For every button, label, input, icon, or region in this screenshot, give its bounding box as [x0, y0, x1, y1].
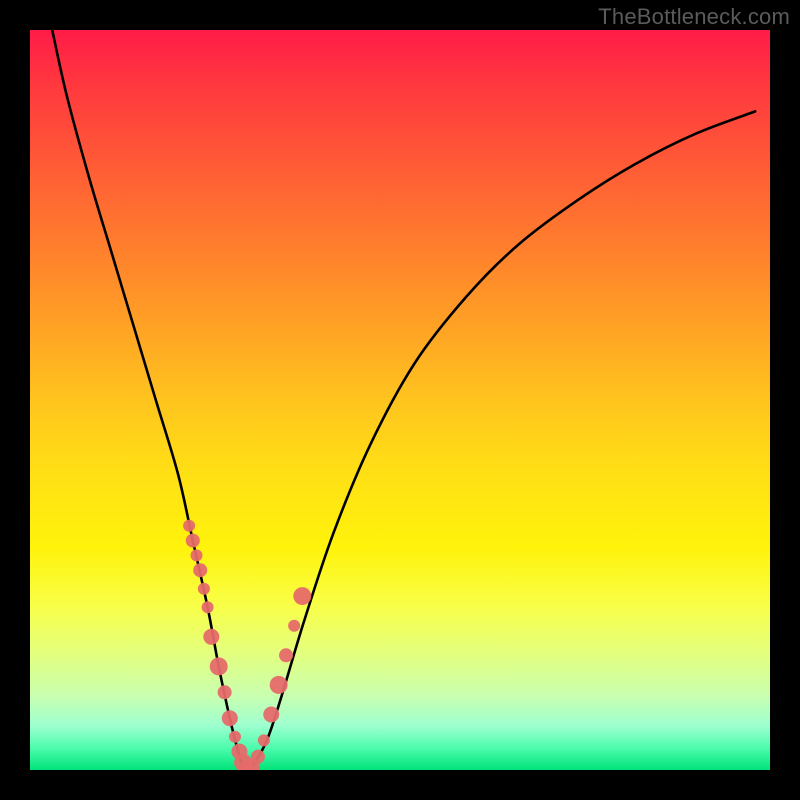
data-marker	[251, 750, 265, 764]
data-marker	[263, 707, 279, 723]
bottleneck-curve	[52, 30, 755, 770]
data-marker	[229, 731, 241, 743]
data-marker	[202, 601, 214, 613]
data-marker	[203, 629, 219, 645]
plot-area	[30, 30, 770, 770]
chart-svg	[30, 30, 770, 770]
data-marker	[234, 754, 252, 770]
data-marker	[270, 676, 288, 694]
data-marker	[193, 563, 207, 577]
data-marker	[293, 587, 311, 605]
data-marker	[218, 685, 232, 699]
chart-frame: TheBottleneck.com	[0, 0, 800, 800]
data-marker	[222, 710, 238, 726]
data-marker	[210, 657, 228, 675]
data-marker	[191, 549, 203, 561]
data-marker	[244, 758, 260, 770]
watermark-text: TheBottleneck.com	[598, 4, 790, 30]
data-marker	[231, 744, 247, 760]
data-marker	[183, 520, 195, 532]
data-marker	[279, 648, 293, 662]
data-marker	[258, 734, 270, 746]
data-marker	[198, 583, 210, 595]
marker-cluster	[183, 520, 311, 770]
data-marker	[288, 620, 300, 632]
data-marker	[186, 534, 200, 548]
data-marker	[239, 761, 255, 770]
